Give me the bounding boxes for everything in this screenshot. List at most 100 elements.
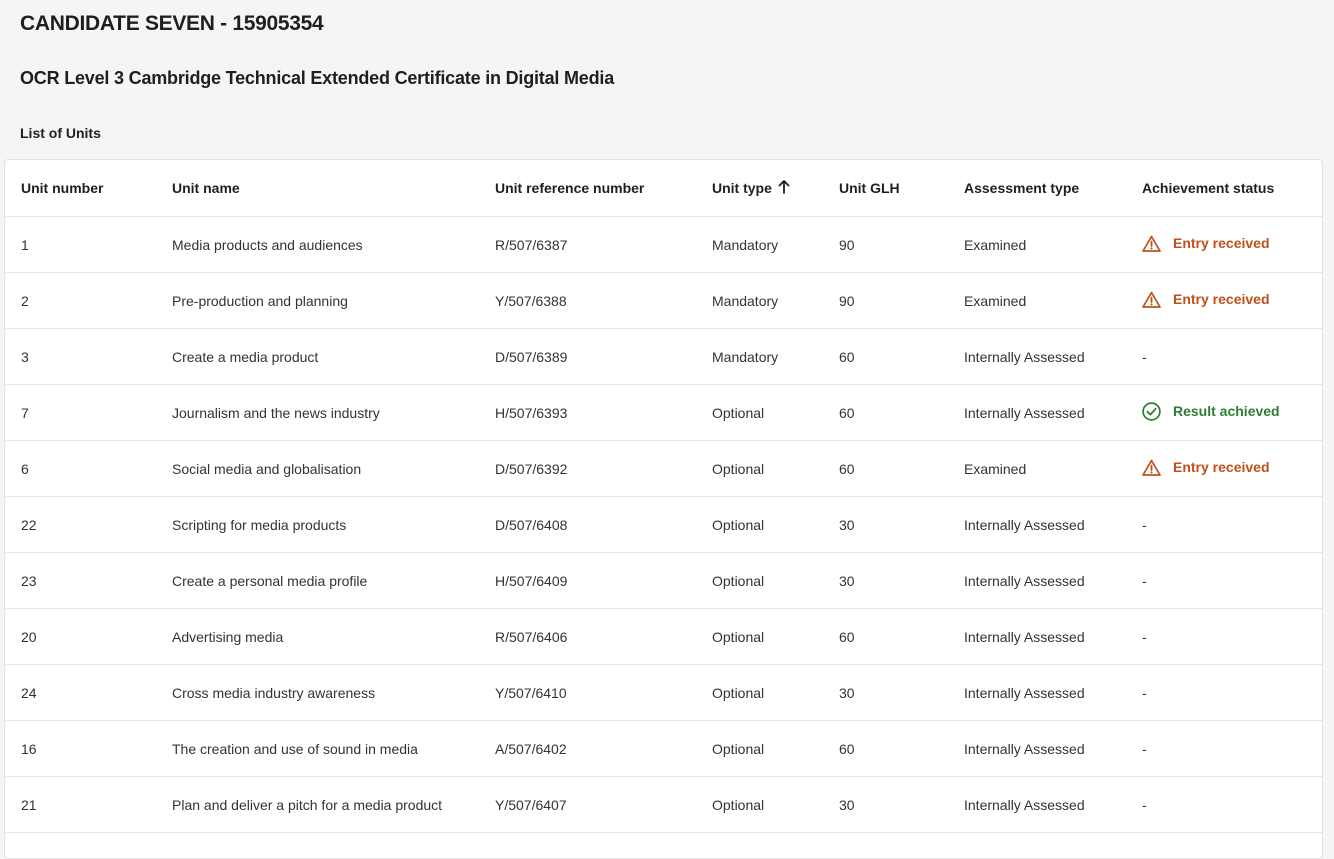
status-badge: - (1142, 629, 1147, 645)
unit-name-cell: Social media and globalisation (156, 440, 479, 497)
unit-name-cell: Journalism and the news industry (156, 384, 479, 441)
status-badge: Entry received (1142, 291, 1270, 308)
header-unit-glh[interactable]: Unit GLH (823, 160, 948, 217)
status-badge: - (1142, 797, 1147, 813)
status-label: - (1142, 684, 1147, 701)
units-table-body: 1 Media products and audiences R/507/6387 M… (5, 216, 1322, 833)
unit-number-cell: 23 (5, 552, 156, 609)
unit-glh-cell: 30 (823, 664, 948, 721)
status-label: - (1142, 572, 1147, 589)
header-unit-name[interactable]: Unit name (156, 160, 479, 217)
unit-name-cell: Create a media product (156, 328, 479, 385)
assessment-type-cell: Examined (948, 216, 1126, 273)
unit-number-cell: 6 (5, 440, 156, 497)
warning-triangle-icon (1142, 459, 1167, 476)
achievement-status-cell: Entry received (1126, 440, 1322, 497)
achievement-status-cell: - (1126, 664, 1322, 721)
header-assessment-type[interactable]: Assessment type (948, 160, 1126, 217)
units-table: Unit number Unit name Unit reference num… (5, 160, 1322, 833)
unit-number-cell: 3 (5, 328, 156, 385)
status-label: - (1142, 516, 1147, 533)
unit-number-cell: 22 (5, 496, 156, 553)
status-badge: - (1142, 573, 1147, 589)
arrow-up-icon (778, 179, 790, 197)
unit-reference-cell: A/507/6402 (479, 720, 696, 777)
unit-reference-cell: D/507/6389 (479, 328, 696, 385)
unit-reference-cell: H/507/6393 (479, 384, 696, 441)
table-row: 21 Plan and deliver a pitch for a media p… (5, 776, 1322, 833)
assessment-type-cell: Internally Assessed (948, 384, 1126, 441)
unit-glh-cell: 60 (823, 440, 948, 497)
status-badge: Result achieved (1142, 401, 1280, 421)
status-badge: - (1142, 685, 1147, 701)
unit-type-cell: Optional (696, 384, 823, 441)
assessment-type-cell: Internally Assessed (948, 776, 1126, 833)
warning-triangle-icon (1142, 235, 1167, 252)
unit-name-cell: Cross media industry awareness (156, 664, 479, 721)
table-row: 20 Advertising media R/507/6406 Optional 60 I… (5, 608, 1322, 665)
unit-reference-cell: D/507/6408 (479, 496, 696, 553)
status-label: Result achieved (1173, 403, 1280, 419)
unit-glh-cell: 30 (823, 496, 948, 553)
status-badge: - (1142, 517, 1147, 533)
header-unit-reference-number[interactable]: Unit reference number (479, 160, 696, 217)
status-badge: - (1142, 349, 1147, 365)
achievement-status-cell: - (1126, 552, 1322, 609)
unit-glh-cell: 30 (823, 776, 948, 833)
table-row: 23 Create a personal media profile H/507/6… (5, 552, 1322, 609)
header-unit-type[interactable]: Unit type (696, 160, 823, 217)
table-row: 3 Create a media product D/507/6389 Mandato… (5, 328, 1322, 385)
achievement-status-cell: - (1126, 328, 1322, 385)
check-circle-icon (1142, 401, 1167, 421)
unit-type-cell: Optional (696, 776, 823, 833)
unit-type-cell: Optional (696, 552, 823, 609)
unit-reference-cell: Y/507/6410 (479, 664, 696, 721)
assessment-type-cell: Internally Assessed (948, 328, 1126, 385)
unit-reference-cell: Y/507/6388 (479, 272, 696, 329)
unit-reference-cell: R/507/6387 (479, 216, 696, 273)
achievement-status-cell: - (1126, 720, 1322, 777)
achievement-status-cell: Entry received (1126, 216, 1322, 273)
unit-type-cell: Optional (696, 720, 823, 777)
achievement-status-cell: - (1126, 776, 1322, 833)
unit-number-cell: 20 (5, 608, 156, 665)
unit-name-cell: Advertising media (156, 608, 479, 665)
status-label: - (1142, 348, 1147, 365)
warning-triangle-icon (1142, 291, 1167, 308)
unit-name-cell: Create a personal media profile (156, 552, 479, 609)
unit-type-cell: Optional (696, 496, 823, 553)
table-header-row: Unit number Unit name Unit reference num… (5, 160, 1322, 217)
assessment-type-cell: Internally Assessed (948, 552, 1126, 609)
unit-type-cell: Optional (696, 608, 823, 665)
unit-type-cell: Optional (696, 440, 823, 497)
unit-glh-cell: 60 (823, 720, 948, 777)
unit-glh-cell: 60 (823, 608, 948, 665)
unit-number-cell: 24 (5, 664, 156, 721)
status-label: - (1142, 740, 1147, 757)
header-unit-number[interactable]: Unit number (5, 160, 156, 217)
achievement-status-cell: - (1126, 608, 1322, 665)
unit-type-cell: Mandatory (696, 216, 823, 273)
candidate-title: CANDIDATE SEVEN - 15905354 (20, 12, 324, 35)
table-row: 7 Journalism and the news industry H/507/6… (5, 384, 1322, 441)
unit-name-cell: Media products and audiences (156, 216, 479, 273)
unit-number-cell: 7 (5, 384, 156, 441)
unit-glh-cell: 90 (823, 216, 948, 273)
unit-name-cell: Plan and deliver a pitch for a media pro… (156, 776, 479, 833)
unit-glh-cell: 60 (823, 384, 948, 441)
qualification-title: OCR Level 3 Cambridge Technical Extended… (20, 68, 615, 88)
status-label: Entry received (1173, 235, 1270, 251)
achievement-status-cell: - (1126, 496, 1322, 553)
assessment-type-cell: Internally Assessed (948, 608, 1126, 665)
status-label: Entry received (1173, 459, 1270, 475)
units-list-heading: List of Units (20, 125, 101, 141)
header-achievement-status[interactable]: Achievement status (1126, 160, 1322, 217)
unit-name-cell: Scripting for media products (156, 496, 479, 553)
unit-name-cell: The creation and use of sound in media (156, 720, 479, 777)
assessment-type-cell: Internally Assessed (948, 664, 1126, 721)
unit-number-cell: 1 (5, 216, 156, 273)
unit-type-cell: Optional (696, 664, 823, 721)
table-row: 22 Scripting for media products D/507/6408… (5, 496, 1322, 553)
unit-number-cell: 21 (5, 776, 156, 833)
table-row: 16 The creation and use of sound in media… (5, 720, 1322, 777)
